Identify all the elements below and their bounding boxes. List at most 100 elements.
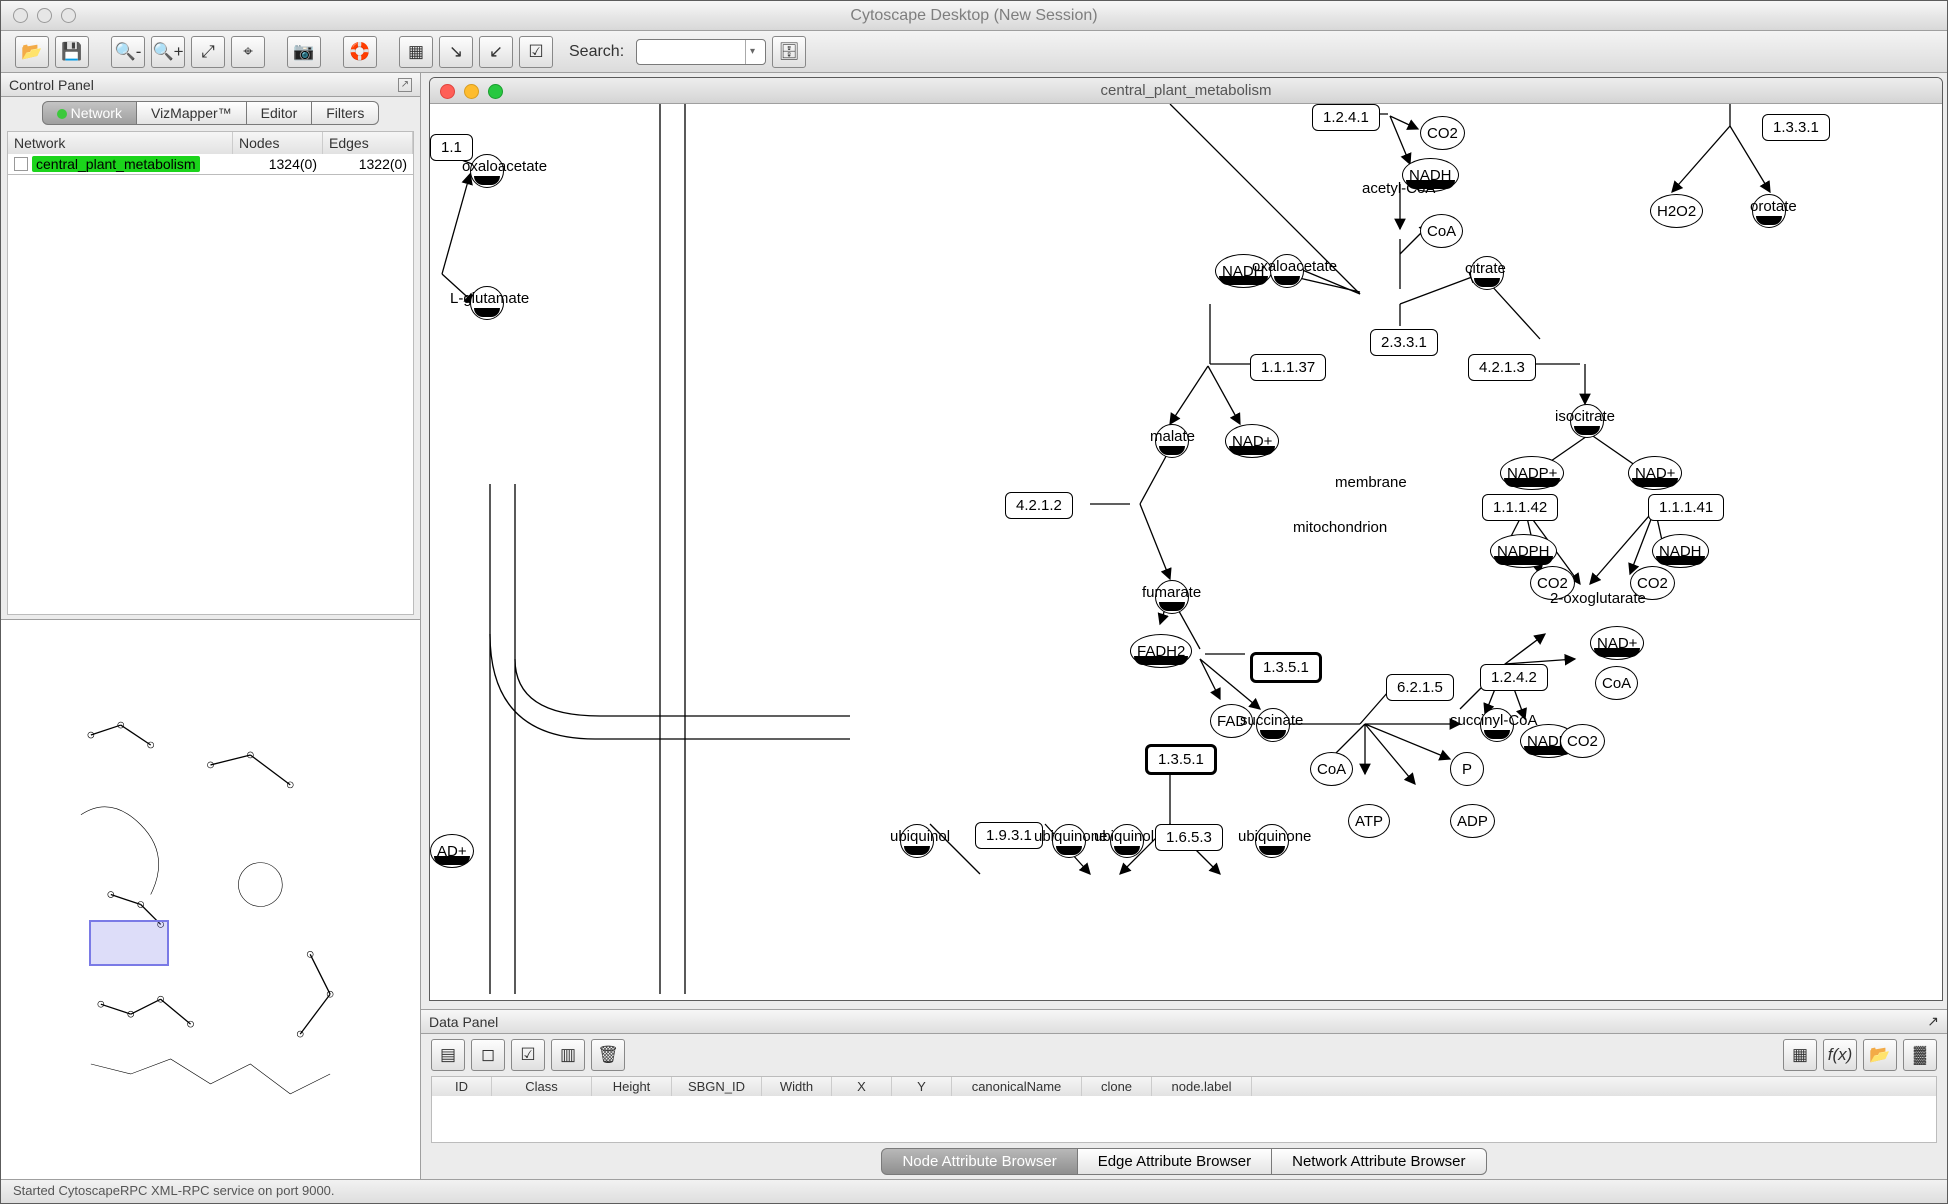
tab-network[interactable]: Network <box>42 101 137 125</box>
tab-vizmapper[interactable]: VizMapper™ <box>137 101 247 125</box>
node-11137[interactable]: 1.1.1.37 <box>1250 354 1326 381</box>
data-tool-1[interactable]: ▤ <box>431 1039 465 1071</box>
data-tool-import[interactable]: ▦ <box>1783 1039 1817 1071</box>
dg-col-width[interactable]: Width <box>762 1077 832 1096</box>
node-nad-b[interactable]: NAD+ <box>1590 626 1644 660</box>
zoom-selected-button[interactable]: ⌖ <box>231 36 265 68</box>
node-nad-plus-r[interactable]: NAD+ <box>1628 456 1682 490</box>
screenshot-button[interactable]: 📷 <box>287 36 321 68</box>
window-minimize-icon[interactable] <box>37 8 52 23</box>
view-minimize-icon[interactable] <box>464 84 479 99</box>
data-tool-open[interactable]: 📂 <box>1863 1039 1897 1071</box>
node-2331[interactable]: 2.3.3.1 <box>1370 329 1438 356</box>
save-button[interactable]: 💾 <box>55 36 89 68</box>
data-tool-5[interactable]: 🗑 <box>591 1039 625 1071</box>
search-input-wrap[interactable]: ▾ <box>636 39 766 65</box>
node-nadp-plus[interactable]: NADP+ <box>1500 456 1564 490</box>
control-panel-detach-icon[interactable]: ↗ <box>398 78 412 92</box>
dg-col-y[interactable]: Y <box>892 1077 952 1096</box>
view-zoom-icon[interactable] <box>488 84 503 99</box>
col-network[interactable]: Network <box>8 132 233 154</box>
node-co2-c[interactable]: CO2 <box>1560 724 1605 758</box>
options-button[interactable]: ☑ <box>519 36 553 68</box>
node-nad-a[interactable]: NAD+ <box>1225 424 1279 458</box>
tab-node-attr[interactable]: Node Attribute Browser <box>881 1148 1077 1175</box>
tab-editor[interactable]: Editor <box>247 101 313 125</box>
node-11141[interactable]: 1.1.1.41 <box>1648 494 1724 521</box>
node-1351b[interactable]: 1.3.5.1 <box>1145 744 1217 775</box>
label-succinate: succinate <box>1240 712 1303 729</box>
birdseye-button[interactable]: ▦ <box>399 36 433 68</box>
align-right-button[interactable]: ↙ <box>479 36 513 68</box>
window-close-icon[interactable] <box>13 8 28 23</box>
node-coa-c[interactable]: CoA <box>1310 752 1353 786</box>
window-titlebar: Cytoscape Desktop (New Session) <box>1 1 1947 31</box>
search-input[interactable] <box>643 44 745 60</box>
node-1931[interactable]: 1.9.3.1 <box>975 822 1043 849</box>
node-p[interactable]: P <box>1450 752 1484 786</box>
node-1241[interactable]: 1.2.4.1 <box>1312 104 1380 131</box>
node-fadh2[interactable]: FADH2 <box>1130 634 1192 668</box>
network-row[interactable]: central_plant_metabolism 1324(0) 1322(0) <box>8 154 413 174</box>
node-ad-plus[interactable]: AD+ <box>430 834 474 868</box>
data-grid[interactable]: ID Class Height SBGN_ID Width X Y canoni… <box>431 1076 1937 1143</box>
window-zoom-icon[interactable] <box>61 8 76 23</box>
dg-col-label[interactable]: node.label <box>1152 1077 1252 1096</box>
label-oxaloacetate-2: oxaloacetate <box>1252 258 1337 275</box>
data-tool-2[interactable]: ◻ <box>471 1039 505 1071</box>
birdseye-viewport[interactable] <box>89 920 169 966</box>
data-tool-function[interactable]: f(x) <box>1823 1039 1857 1071</box>
tab-network-attr[interactable]: Network Attribute Browser <box>1272 1148 1486 1175</box>
tab-edge-attr[interactable]: Edge Attribute Browser <box>1078 1148 1272 1175</box>
node-co2-a[interactable]: CO2 <box>1420 116 1465 150</box>
node-4212[interactable]: 4.2.1.2 <box>1005 492 1073 519</box>
node-nadph[interactable]: NADPH <box>1490 534 1557 568</box>
node-1653[interactable]: 1.6.5.3 <box>1155 824 1223 851</box>
node-1242[interactable]: 1.2.4.2 <box>1480 664 1548 691</box>
open-file-button[interactable]: 📂 <box>15 36 49 68</box>
search-label: Search: <box>569 43 624 61</box>
align-left-button[interactable]: ↘ <box>439 36 473 68</box>
label-fumarate: fumarate <box>1142 584 1201 601</box>
data-tool-3[interactable]: ☑ <box>511 1039 545 1071</box>
node-adp[interactable]: ADP <box>1450 804 1495 838</box>
data-tool-4[interactable]: ▥ <box>551 1039 585 1071</box>
main-toolbar: 📂 💾 🔍- 🔍+ ⤢ ⌖ 📷 🛟 ▦ ↘ ↙ ☑ Search: ▾ 🗄 <box>1 31 1947 73</box>
node-11142[interactable]: 1.1.1.42 <box>1482 494 1558 521</box>
network-canvas[interactable]: 1.1 oxaloacetate L-glutamate 1.2.4.1 CO2… <box>430 104 1942 1000</box>
tab-filters[interactable]: Filters <box>312 101 379 125</box>
search-dropdown-icon[interactable]: ▾ <box>745 40 759 64</box>
zoom-out-button[interactable]: 🔍- <box>111 36 145 68</box>
search-go-button[interactable]: 🗄 <box>772 36 806 68</box>
dg-col-canon[interactable]: canonicalName <box>952 1077 1082 1096</box>
data-tool-chart[interactable]: ▓ <box>1903 1039 1937 1071</box>
label-ubiquinol-2: ubiquinol <box>1094 828 1154 845</box>
birdseye-view[interactable] <box>1 619 420 1179</box>
help-button[interactable]: 🛟 <box>343 36 377 68</box>
zoom-fit-button[interactable]: ⤢ <box>191 36 225 68</box>
col-edges[interactable]: Edges <box>323 132 413 154</box>
node-h2o2[interactable]: H2O2 <box>1650 194 1703 228</box>
node-4213[interactable]: 4.2.1.3 <box>1468 354 1536 381</box>
node-1331[interactable]: 1.3.3.1 <box>1762 114 1830 141</box>
node-coa-a[interactable]: CoA <box>1420 214 1463 248</box>
col-nodes[interactable]: Nodes <box>233 132 323 154</box>
view-close-icon[interactable] <box>440 84 455 99</box>
dg-col-class[interactable]: Class <box>492 1077 592 1096</box>
node-6215[interactable]: 6.2.1.5 <box>1386 674 1454 701</box>
control-panel-title: Control Panel <box>9 77 94 93</box>
dg-col-sbgn[interactable]: SBGN_ID <box>672 1077 762 1096</box>
node-1-1[interactable]: 1.1 <box>430 134 473 161</box>
node-coa-b[interactable]: CoA <box>1595 666 1638 700</box>
dg-col-clone[interactable]: clone <box>1082 1077 1152 1096</box>
zoom-in-button[interactable]: 🔍+ <box>151 36 185 68</box>
node-1351a[interactable]: 1.3.5.1 <box>1250 652 1322 683</box>
node-nadh-r[interactable]: NADH <box>1652 534 1709 568</box>
dg-col-x[interactable]: X <box>832 1077 892 1096</box>
node-atp[interactable]: ATP <box>1348 804 1390 838</box>
dg-col-id[interactable]: ID <box>432 1077 492 1096</box>
dg-col-height[interactable]: Height <box>592 1077 672 1096</box>
label-ubiquinol-1: ubiquinol <box>890 828 950 845</box>
data-panel-detach-icon[interactable]: ↗ <box>1927 1013 1939 1030</box>
label-citrate: citrate <box>1465 260 1506 277</box>
